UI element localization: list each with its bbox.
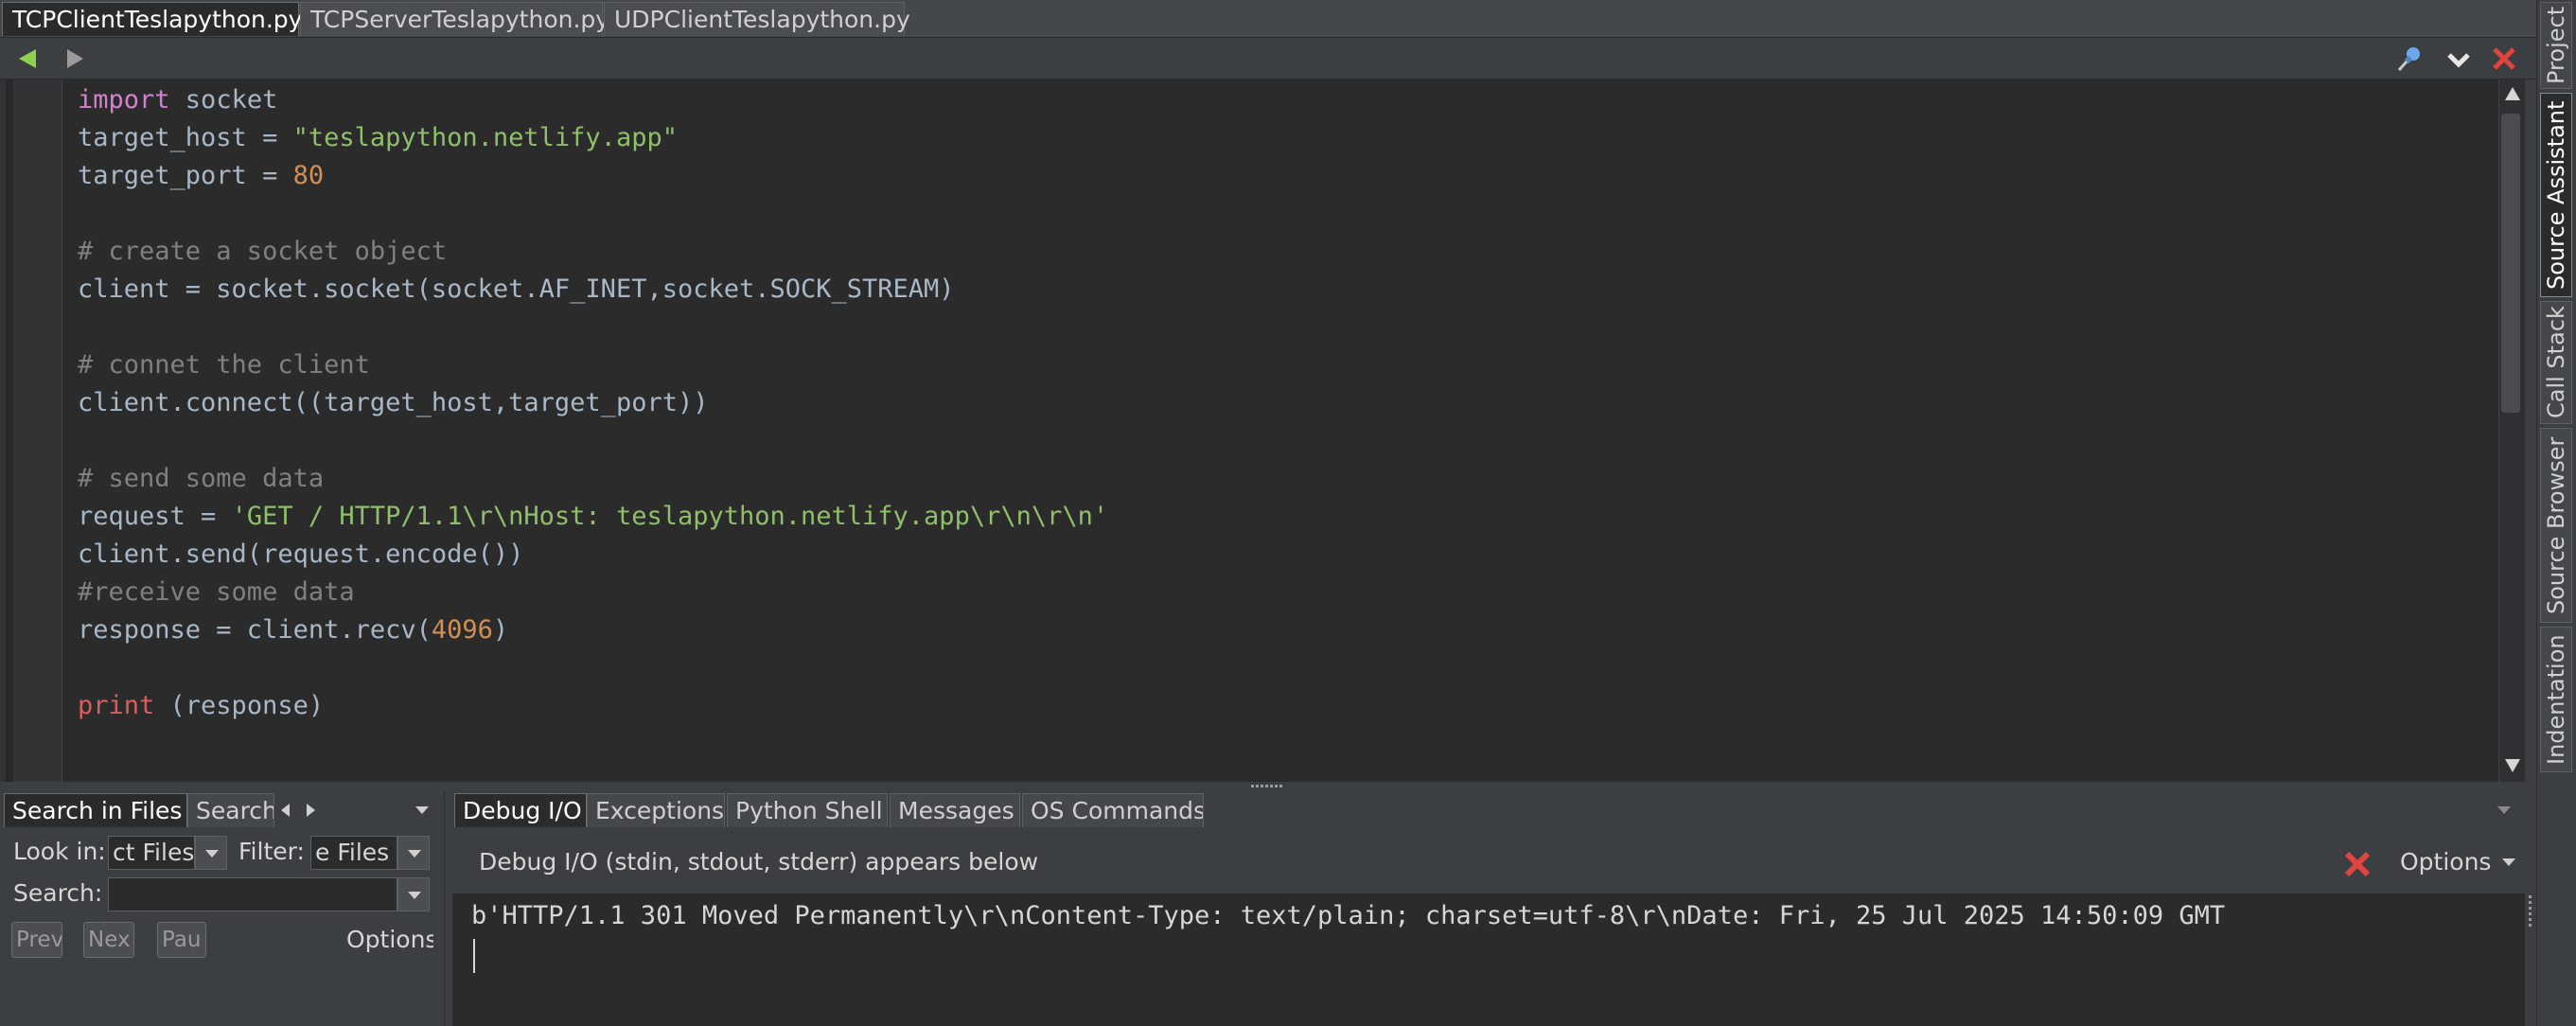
code-token: (response) (154, 691, 325, 720)
code-token: # connet the client (78, 350, 370, 380)
options-chevron-icon[interactable] (2500, 856, 2517, 869)
code-token: ) (492, 615, 509, 645)
tab-search-in-files[interactable]: Search in Files (4, 793, 187, 827)
code-token: # create a socket object (78, 237, 448, 266)
chevron-down-icon[interactable] (2445, 47, 2472, 72)
code-token: print (78, 691, 155, 720)
code-line[interactable]: request = 'GET / HTTP/1.1\r\nHost: tesla… (78, 498, 2481, 536)
look-in-label: Look in: (13, 838, 106, 865)
code-line[interactable] (78, 649, 2481, 687)
code-token: 'GET / HTTP/1.1\r\nHost: teslapython.net… (231, 502, 1109, 531)
editor-tab-bar: TCPClientTeslapython.py TCPServerTeslapy… (0, 0, 2536, 38)
filter-combo[interactable]: e Files (310, 836, 397, 870)
fold-margin (6, 80, 13, 782)
clear-icon[interactable] (2343, 850, 2372, 878)
pin-icon[interactable] (2394, 44, 2425, 74)
filter-label: Filter: (238, 838, 305, 865)
code-line[interactable]: client.connect((target_host,target_port)… (78, 384, 2481, 422)
search-label: Search: (13, 879, 103, 907)
code-line[interactable]: client.send(request.encode()) (78, 536, 2481, 574)
previous-button[interactable]: Previ (11, 922, 62, 958)
tab-tcpserver[interactable]: TCPServerTeslapython.py (300, 2, 609, 36)
scroll-down-icon[interactable] (2503, 757, 2522, 774)
code-token: client.connect((target_host,target_port)… (78, 388, 709, 417)
tab-scroll-left-icon[interactable] (276, 801, 295, 820)
panel-menu-icon[interactable] (413, 803, 432, 818)
code-line[interactable]: #receive some data (78, 574, 2481, 611)
tab-project[interactable]: Project (2540, 2, 2572, 89)
search-results (8, 969, 439, 1026)
code-lines[interactable]: import socket target_host = "teslapython.… (78, 81, 2481, 725)
editor-toolbar (0, 38, 2536, 80)
code-token: # send some data (78, 464, 325, 493)
code-line[interactable]: response = client.recv(4096) (78, 611, 2481, 649)
forward-icon[interactable] (62, 46, 87, 71)
code-token: target_host = (78, 123, 293, 152)
code-token: 4096 (431, 615, 493, 645)
debug-header: Debug I/O (stdin, stdout, stderr) appear… (452, 827, 2525, 878)
close-icon[interactable] (2491, 45, 2517, 72)
input-caret (473, 939, 475, 973)
tab-udpclient[interactable]: UDPClientTeslapython.py (604, 2, 910, 36)
code-line[interactable]: print (response) (78, 687, 2481, 725)
code-line[interactable]: # connet the client (78, 346, 2481, 384)
next-button[interactable]: Nex (83, 922, 134, 958)
code-token: client.send(request.encode()) (78, 540, 524, 569)
tab-scroll-right-icon[interactable] (301, 801, 320, 820)
grip-icon (1251, 785, 1282, 787)
tab-search[interactable]: Search (187, 793, 274, 827)
code-line[interactable]: target_host = "teslapython.netlify.app" (78, 119, 2481, 157)
pause-button[interactable]: Pau (157, 922, 206, 958)
tab-call-stack[interactable]: Call Stack (2540, 301, 2572, 424)
tab-indentation[interactable]: Indentation (2540, 627, 2572, 772)
debug-io-caption: Debug I/O (stdin, stdout, stderr) appear… (479, 848, 1039, 876)
code-token: response = client.recv( (78, 615, 432, 645)
code-line[interactable]: # send some data (78, 460, 2481, 498)
code-line[interactable]: import socket (78, 81, 2481, 119)
search-input[interactable] (108, 877, 397, 911)
panel-menu-icon[interactable] (2495, 803, 2514, 818)
search-dropdown[interactable] (397, 877, 430, 911)
tab-os-commands[interactable]: OS Commands (1022, 793, 1204, 827)
code-line[interactable]: client = socket.socket(socket.AF_INET,so… (78, 271, 2481, 309)
code-token: target_port = (78, 161, 293, 190)
code-token: socket (169, 85, 278, 115)
scrollbar-thumb[interactable] (2501, 114, 2520, 413)
code-token: client = socket.socket(socket.AF_INET,so… (78, 274, 955, 304)
code-token: request = (78, 502, 232, 531)
debug-scroll-grip[interactable] (2525, 893, 2536, 1026)
tab-python-shell[interactable]: Python Shell (727, 793, 888, 827)
tab-source-browser[interactable]: Source Browser (2540, 428, 2572, 623)
code-line[interactable] (78, 422, 2481, 460)
search-options-button[interactable]: Options (346, 926, 433, 953)
look-in-combo[interactable]: ct Files (108, 836, 195, 870)
code-line[interactable]: target_port = 80 (78, 157, 2481, 195)
look-in-dropdown[interactable] (195, 836, 227, 870)
tab-tcpclient[interactable]: TCPClientTeslapython.py (2, 2, 302, 36)
debug-options-button[interactable]: Options (2400, 848, 2491, 876)
tab-exceptions[interactable]: Exceptions (587, 793, 725, 827)
back-icon[interactable] (15, 46, 40, 71)
debug-output-line: b'HTTP/1.1 301 Moved Permanently\r\nCont… (471, 901, 2226, 930)
code-token: import (78, 85, 170, 115)
code-token: 80 (292, 161, 325, 190)
code-line[interactable] (78, 309, 2481, 346)
scroll-up-icon[interactable] (2503, 85, 2522, 102)
filter-dropdown[interactable] (397, 836, 430, 870)
code-line[interactable]: # create a socket object (78, 233, 2481, 271)
tab-source-assistant[interactable]: Source Assistant (2540, 93, 2572, 297)
code-token: "teslapython.netlify.app" (292, 123, 678, 152)
panel-splitter[interactable] (0, 782, 2536, 791)
tab-messages[interactable]: Messages (890, 793, 1020, 827)
tab-debug-io[interactable]: Debug I/O (454, 793, 587, 827)
code-line[interactable] (78, 195, 2481, 233)
code-token: #receive some data (78, 577, 355, 607)
grip-icon (2529, 895, 2532, 927)
